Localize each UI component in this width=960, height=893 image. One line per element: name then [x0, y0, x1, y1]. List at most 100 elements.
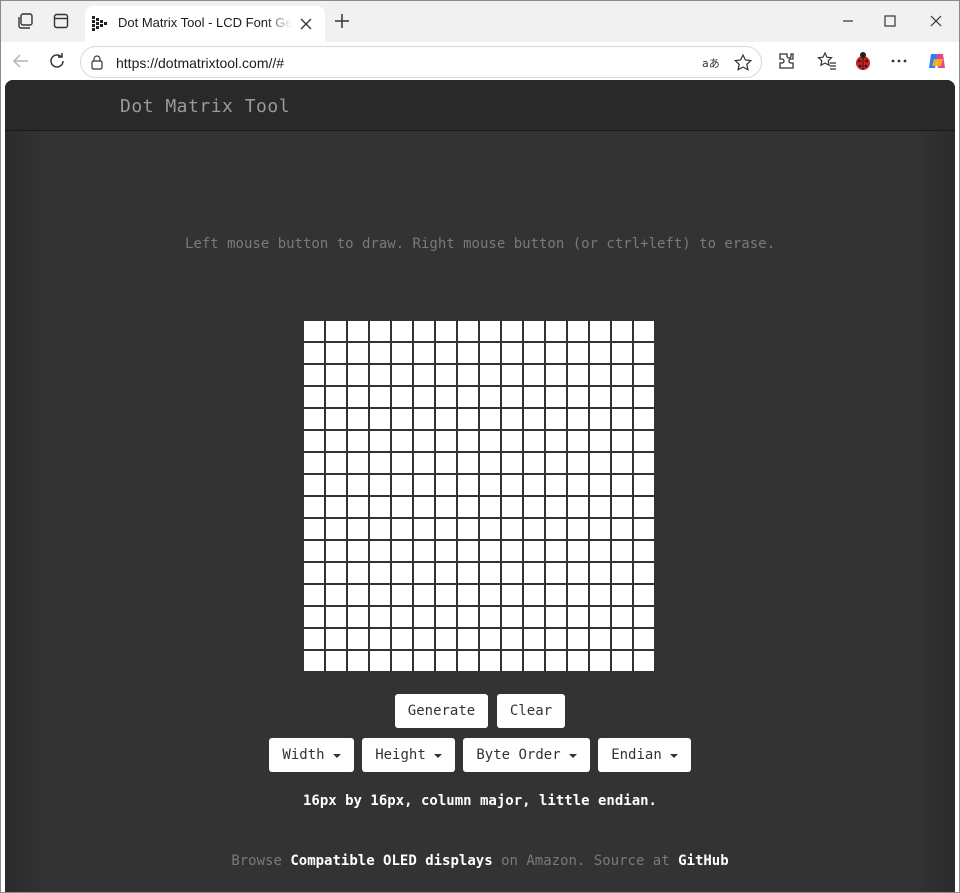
copilot-icon[interactable]: [926, 50, 948, 72]
matrix-cell[interactable]: [568, 343, 588, 363]
matrix-cell[interactable]: [590, 629, 610, 649]
matrix-cell[interactable]: [392, 453, 412, 473]
matrix-cell[interactable]: [612, 629, 632, 649]
matrix-cell[interactable]: [634, 629, 654, 649]
matrix-cell[interactable]: [348, 519, 368, 539]
matrix-cell[interactable]: [348, 475, 368, 495]
matrix-cell[interactable]: [502, 563, 522, 583]
matrix-cell[interactable]: [436, 343, 456, 363]
matrix-cell[interactable]: [326, 431, 346, 451]
matrix-cell[interactable]: [480, 343, 500, 363]
matrix-cell[interactable]: [524, 629, 544, 649]
matrix-cell[interactable]: [524, 519, 544, 539]
matrix-cell[interactable]: [634, 541, 654, 561]
matrix-cell[interactable]: [304, 519, 324, 539]
matrix-cell[interactable]: [590, 651, 610, 671]
matrix-cell[interactable]: [304, 607, 324, 627]
matrix-cell[interactable]: [612, 343, 632, 363]
matrix-cell[interactable]: [590, 387, 610, 407]
matrix-cell[interactable]: [568, 541, 588, 561]
height-dropdown[interactable]: Height: [362, 738, 455, 772]
matrix-cell[interactable]: [370, 519, 390, 539]
matrix-cell[interactable]: [436, 607, 456, 627]
matrix-cell[interactable]: [480, 475, 500, 495]
matrix-cell[interactable]: [546, 343, 566, 363]
matrix-cell[interactable]: [634, 475, 654, 495]
matrix-cell[interactable]: [436, 563, 456, 583]
matrix-cell[interactable]: [546, 519, 566, 539]
matrix-cell[interactable]: [480, 563, 500, 583]
matrix-cell[interactable]: [370, 431, 390, 451]
matrix-cell[interactable]: [612, 453, 632, 473]
matrix-cell[interactable]: [612, 387, 632, 407]
matrix-cell[interactable]: [480, 629, 500, 649]
matrix-cell[interactable]: [568, 629, 588, 649]
matrix-cell[interactable]: [458, 475, 478, 495]
matrix-cell[interactable]: [546, 651, 566, 671]
matrix-cell[interactable]: [590, 541, 610, 561]
matrix-cell[interactable]: [304, 585, 324, 605]
matrix-cell[interactable]: [392, 321, 412, 341]
matrix-cell[interactable]: [634, 607, 654, 627]
matrix-cell[interactable]: [348, 343, 368, 363]
matrix-cell[interactable]: [304, 431, 324, 451]
matrix-cell[interactable]: [304, 387, 324, 407]
favorites-icon[interactable]: [816, 50, 838, 72]
matrix-cell[interactable]: [348, 607, 368, 627]
matrix-cell[interactable]: [458, 541, 478, 561]
matrix-cell[interactable]: [524, 585, 544, 605]
matrix-cell[interactable]: [524, 651, 544, 671]
matrix-cell[interactable]: [458, 651, 478, 671]
matrix-cell[interactable]: [546, 387, 566, 407]
more-icon[interactable]: [888, 50, 910, 72]
byte-order-dropdown[interactable]: Byte Order: [463, 738, 590, 772]
back-arrow-icon[interactable]: [10, 50, 32, 72]
refresh-icon[interactable]: [46, 50, 68, 72]
matrix-cell[interactable]: [458, 629, 478, 649]
active-tab[interactable]: Dot Matrix Tool - LCD Font Generator: [85, 6, 325, 42]
matrix-cell[interactable]: [590, 563, 610, 583]
matrix-cell[interactable]: [568, 475, 588, 495]
matrix-cell[interactable]: [612, 409, 632, 429]
matrix-cell[interactable]: [392, 585, 412, 605]
matrix-cell[interactable]: [546, 607, 566, 627]
matrix-cell[interactable]: [370, 651, 390, 671]
matrix-cell[interactable]: [502, 365, 522, 385]
matrix-cell[interactable]: [436, 651, 456, 671]
matrix-cell[interactable]: [458, 453, 478, 473]
matrix-cell[interactable]: [568, 585, 588, 605]
matrix-cell[interactable]: [326, 541, 346, 561]
matrix-cell[interactable]: [414, 629, 434, 649]
matrix-cell[interactable]: [612, 431, 632, 451]
matrix-cell[interactable]: [414, 475, 434, 495]
matrix-cell[interactable]: [458, 387, 478, 407]
matrix-cell[interactable]: [480, 387, 500, 407]
matrix-cell[interactable]: [502, 409, 522, 429]
matrix-cell[interactable]: [634, 651, 654, 671]
matrix-cell[interactable]: [590, 409, 610, 429]
matrix-cell[interactable]: [304, 629, 324, 649]
matrix-cell[interactable]: [392, 475, 412, 495]
matrix-cell[interactable]: [524, 453, 544, 473]
matrix-cell[interactable]: [634, 409, 654, 429]
matrix-cell[interactable]: [546, 563, 566, 583]
matrix-cell[interactable]: [458, 321, 478, 341]
matrix-cell[interactable]: [590, 607, 610, 627]
matrix-cell[interactable]: [502, 321, 522, 341]
matrix-cell[interactable]: [326, 475, 346, 495]
matrix-cell[interactable]: [634, 563, 654, 583]
matrix-cell[interactable]: [326, 321, 346, 341]
matrix-cell[interactable]: [326, 365, 346, 385]
matrix-cell[interactable]: [480, 585, 500, 605]
new-tab-icon[interactable]: [332, 11, 352, 31]
matrix-cell[interactable]: [392, 365, 412, 385]
matrix-cell[interactable]: [480, 651, 500, 671]
matrix-cell[interactable]: [304, 651, 324, 671]
matrix-cell[interactable]: [590, 431, 610, 451]
endian-dropdown[interactable]: Endian: [598, 738, 691, 772]
matrix-cell[interactable]: [568, 409, 588, 429]
matrix-cell[interactable]: [568, 365, 588, 385]
matrix-cell[interactable]: [436, 497, 456, 517]
matrix-cell[interactable]: [348, 431, 368, 451]
matrix-cell[interactable]: [392, 343, 412, 363]
